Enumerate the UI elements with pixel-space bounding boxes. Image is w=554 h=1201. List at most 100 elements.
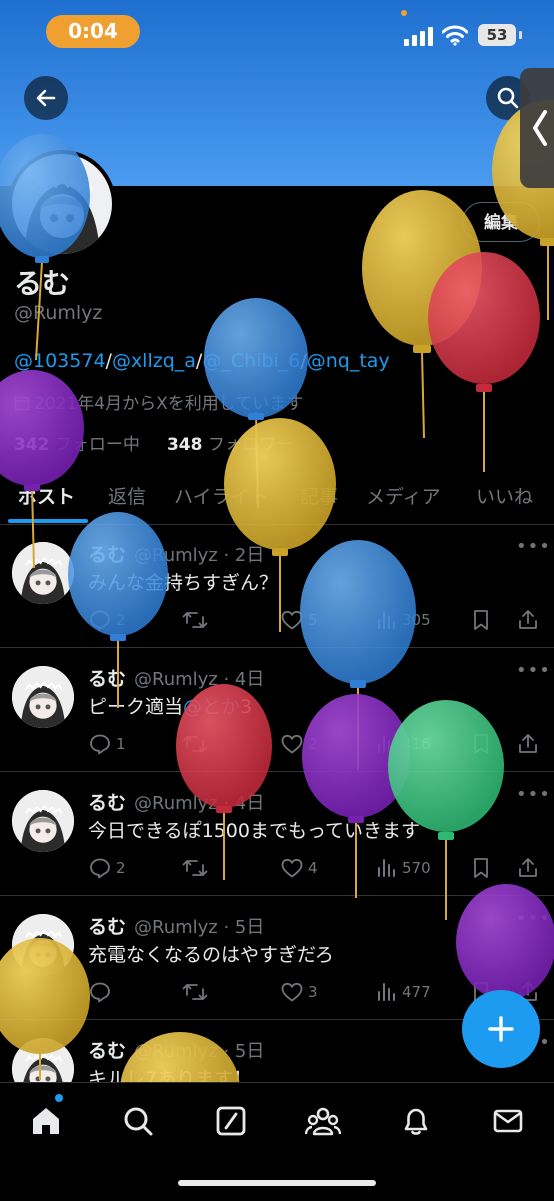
like-count: 4: [308, 859, 318, 877]
post[interactable]: るむ @Rumlyz · 2日 ••• みんな金持ちすぎん？ 2 5 305: [0, 524, 554, 648]
views-button[interactable]: 477: [376, 978, 431, 1006]
post-author-name[interactable]: るむ: [88, 1036, 126, 1063]
views-button[interactable]: 305: [376, 606, 431, 634]
views-icon: [378, 611, 395, 629]
bookmark-button[interactable]: [470, 606, 492, 634]
like-button[interactable]: 2: [280, 730, 318, 758]
bookmark-button[interactable]: [470, 854, 492, 882]
nav-messages[interactable]: [488, 1101, 528, 1141]
heart-icon: [281, 734, 303, 754]
profile-avatar[interactable]: [8, 150, 116, 258]
nav-search[interactable]: [118, 1101, 158, 1141]
bio-link[interactable]: @103574: [14, 350, 106, 372]
post-avatar[interactable]: [12, 542, 74, 604]
tab-posts[interactable]: ポスト: [18, 482, 75, 509]
nav-communities[interactable]: [303, 1101, 343, 1141]
reply-button[interactable]: [88, 978, 116, 1006]
nav-notifications[interactable]: [396, 1101, 436, 1141]
bookmark-button[interactable]: [470, 730, 492, 758]
post-text-tail: 3: [240, 696, 253, 718]
share-button[interactable]: [516, 854, 540, 882]
bookmark-icon: [474, 734, 488, 754]
post-text: 今日できるぽ1500までもっていきます: [88, 816, 420, 843]
post-actions: 2 4 570: [88, 854, 544, 882]
reply-icon: [90, 734, 110, 755]
repost-button[interactable]: [182, 606, 208, 634]
post-text: ピーク適当@とか3: [88, 692, 252, 719]
avatar-illustration: [12, 542, 74, 604]
post[interactable]: るむ @Rumlyz · 4日 ••• ピーク適当@とか3 1 2 416: [0, 648, 554, 772]
repost-button[interactable]: [182, 730, 208, 758]
home-notification-dot: [55, 1094, 63, 1102]
bio-link[interactable]: @_Chibi_6: [202, 350, 300, 372]
post-avatar[interactable]: [12, 790, 74, 852]
post-text-main: みんな金持ちすぎん？: [88, 572, 279, 594]
post-avatar[interactable]: [12, 914, 74, 976]
share-icon: [519, 858, 537, 877]
heart-icon: [281, 858, 303, 878]
post-meta: @Rumlyz · 5日: [134, 917, 265, 938]
post-text-main: 充電なくなるのはやすぎだろ: [88, 944, 334, 966]
more-options-icon[interactable]: •••: [516, 784, 551, 805]
followers-link[interactable]: 348 フォロワー: [167, 435, 293, 455]
repost-button[interactable]: [182, 978, 208, 1006]
nav-home[interactable]: [26, 1101, 66, 1141]
repost-button[interactable]: [182, 854, 208, 882]
tab-replies[interactable]: 返信: [108, 482, 146, 509]
post-author-name[interactable]: るむ: [88, 540, 126, 567]
post-avatar[interactable]: [12, 666, 74, 728]
bookmark-icon: [474, 858, 488, 878]
tab-likes[interactable]: いいね: [476, 482, 533, 509]
balloon: [428, 252, 540, 472]
reply-button[interactable]: 2: [88, 854, 126, 882]
like-button[interactable]: 3: [280, 978, 318, 1006]
back-button[interactable]: [24, 76, 68, 120]
more-options-icon[interactable]: •••: [516, 660, 551, 681]
chevron-left-icon: [533, 110, 547, 146]
post-author-name[interactable]: るむ: [88, 912, 126, 939]
search-icon: [497, 87, 519, 109]
post-mention[interactable]: @とか: [183, 696, 240, 718]
bio-link[interactable]: @xllzq_a: [112, 350, 196, 372]
post-author-name[interactable]: るむ: [88, 664, 126, 691]
reply-button[interactable]: 1: [88, 730, 126, 758]
tab-articles[interactable]: 記事: [300, 482, 338, 509]
like-button[interactable]: 5: [280, 606, 318, 634]
search-icon: [124, 1107, 153, 1136]
views-button[interactable]: 416: [376, 730, 431, 758]
profile-name: るむ: [14, 267, 71, 300]
reply-button[interactable]: 2: [88, 606, 126, 634]
compose-button[interactable]: [462, 990, 540, 1068]
repost-icon: [182, 860, 208, 876]
bio-link[interactable]: @nq_tay: [307, 350, 390, 372]
more-options-icon[interactable]: •••: [516, 908, 551, 929]
views-count: 570: [402, 859, 431, 877]
edit-profile-button[interactable]: 編集: [462, 202, 540, 242]
more-options-icon[interactable]: •••: [516, 536, 551, 557]
post[interactable]: るむ @Rumlyz · 5日 ••• 充電なくなるのはやすぎだろ 3 477: [0, 896, 554, 1020]
following-link[interactable]: 342 フォロー中: [14, 435, 140, 455]
tab-highlights[interactable]: ハイライト: [174, 482, 269, 509]
post-text-main: 今日できるぽ1500までもっていきます: [88, 820, 421, 842]
post[interactable]: るむ @Rumlyz · 4日 ••• 今日できるぽ1500までもっていきます …: [0, 772, 554, 896]
heart-icon: [281, 982, 303, 1002]
like-button[interactable]: 4: [280, 854, 318, 882]
nav-grok[interactable]: [211, 1101, 251, 1141]
post-meta: @Rumlyz · 5日: [134, 1041, 265, 1062]
status-time: 0:04: [46, 15, 140, 48]
home-indicator: [178, 1180, 376, 1186]
heart-icon: [281, 610, 303, 630]
profile-bio: @103574/@xllzq_a/@_Chibi_6/@nq_tay: [14, 350, 390, 372]
share-icon: [519, 610, 537, 629]
tab-media[interactable]: メディア: [366, 482, 441, 509]
like-count: 3: [308, 983, 318, 1001]
views-count: 416: [402, 735, 431, 753]
share-button[interactable]: [516, 606, 540, 634]
repost-icon: [182, 984, 208, 1000]
bookmark-icon: [474, 610, 488, 630]
post-author-name[interactable]: るむ: [88, 788, 126, 815]
views-button[interactable]: 570: [376, 854, 431, 882]
side-panel-handle[interactable]: [520, 68, 554, 188]
share-button[interactable]: [516, 730, 540, 758]
post-meta: @Rumlyz · 4日: [134, 669, 265, 690]
